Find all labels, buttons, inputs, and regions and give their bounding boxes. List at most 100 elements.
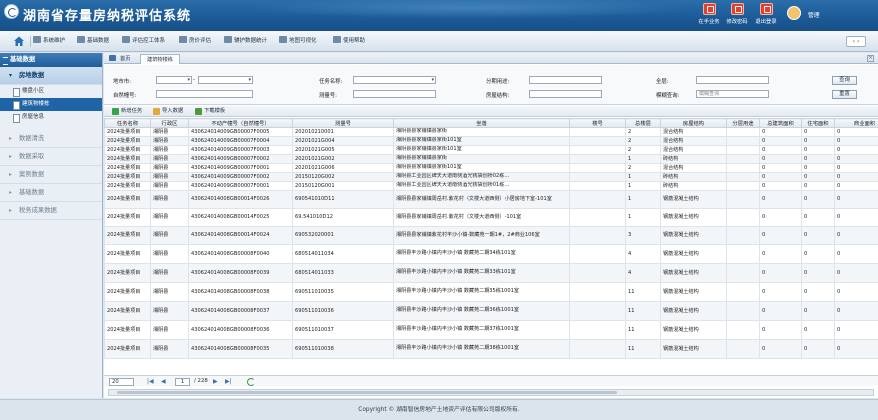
table-cell: 0 (759, 301, 802, 321)
table-row[interactable]: 2024批量项目 湘阴县 430624014008GB00014F0026 69054… (104, 190, 878, 209)
table-row[interactable]: 2024批量项目 湘阴县 430624014008GB00008F0035 69051… (104, 339, 878, 359)
column-header[interactable]: 楼号 (569, 118, 626, 128)
table-row[interactable]: 2024批量项目 湘阴县 430624014008GB00014F0025 69.54… (104, 208, 878, 227)
natural-no-label: 自然幢号: (113, 93, 137, 99)
sidebar-section-property[interactable]: 房地数据 (0, 67, 102, 85)
tab-home[interactable]: 首页 (114, 54, 136, 64)
nav-item-base-data[interactable]: 基础数据 (77, 31, 109, 52)
nav-scroll-arrows[interactable]: ‹ › (846, 36, 866, 47)
nav-item-help[interactable]: 使用帮助 (333, 31, 365, 52)
table-cell: 湘阴县县家铺镇周岳村.紫花村（文楼大道西侧）小居房地下室-101室 (393, 190, 570, 209)
column-header[interactable]: 总楼层 (625, 118, 661, 128)
pending-tasks-label: 在手业务 (698, 19, 720, 25)
column-header[interactable]: 分层用途 (726, 118, 760, 128)
table-row[interactable]: 2024批量项目 湘阴县 430624014009GB00007F0003 20201… (104, 145, 878, 155)
sidebar-section-basic[interactable]: 基础数据 (0, 184, 102, 202)
table-cell: 20201021G002 (292, 154, 394, 164)
column-header[interactable]: 住宅面积 (801, 118, 835, 128)
horizontal-scrollbar[interactable] (108, 389, 874, 396)
people-icon (122, 36, 130, 43)
nav-label: 房价评估 (189, 38, 212, 44)
structure-input[interactable] (529, 90, 602, 98)
scrollbar-thumb[interactable] (117, 391, 617, 394)
search-form: 地市市: - 任务名称: 分期用途: 全层: 查询 自然幢号: 测量号: 房屋结… (104, 65, 878, 105)
column-header[interactable]: 不动产幢号（自然幢号） (188, 118, 293, 128)
column-header[interactable]: 房屋结构 (660, 118, 727, 128)
wrench-icon (33, 36, 41, 43)
sidebar-section-collection[interactable]: 数据采取 (0, 148, 102, 166)
nav-item-evaluation-system[interactable]: 评估控工体系 (122, 31, 165, 52)
nav-item-system[interactable]: 系统维护 (33, 31, 65, 52)
task-name-select[interactable] (353, 76, 436, 84)
sidebar-section-cleaning[interactable]: 数据清洗 (0, 130, 102, 148)
table-cell: 0 (834, 154, 878, 164)
table-row[interactable]: 2024批量项目 湘阴县 430624014008GB00014F0024 69053… (104, 226, 878, 245)
fuzzy-search-input[interactable]: 模糊查询 (696, 90, 769, 98)
sidebar-item-buildings[interactable]: 建筑物楼栋 (0, 98, 102, 111)
table-body: 2024批量项目 湘阴县 430624014009GB00007F0005 20201… (104, 127, 878, 359)
change-password-button[interactable]: 修改密码 (722, 3, 752, 25)
table-cell (569, 154, 626, 164)
table-cell: 湘阴县 (150, 301, 189, 321)
table-cell: 20150120G001 (292, 181, 394, 191)
page-number-input[interactable]: 1 (175, 378, 190, 386)
import-data-button[interactable]: 导入数据 (152, 107, 183, 116)
sidebar-item-house-info[interactable]: 房屋信息 (0, 111, 102, 124)
nav-item-map[interactable]: 地图可视化 (279, 31, 317, 52)
username[interactable]: 管理 (808, 10, 820, 19)
table-row[interactable]: 2024批量项目 湘阴县 430624014008GB00008F0039 68051… (104, 263, 878, 283)
survey-no-input[interactable] (353, 90, 436, 98)
user-avatar-icon[interactable] (787, 6, 801, 20)
reset-button[interactable]: 重置 (832, 90, 857, 99)
next-page-icon[interactable]: ▶ (213, 378, 218, 385)
column-header[interactable]: 总建筑面积 (759, 118, 802, 128)
table-cell (569, 163, 626, 173)
download-template-button[interactable]: 下载模板 (194, 107, 225, 116)
nav-item-statistics[interactable]: 辅护数据统计 (224, 31, 267, 52)
table-row[interactable]: 2024批量项目 湘阴县 430624014009GB00007F0002 20150… (104, 172, 878, 182)
sidebar-section-cases[interactable]: 案例数据 (0, 166, 102, 184)
floor-label: 全层: (656, 79, 669, 85)
table-row[interactable]: 2024批量项目 湘阴县 430624014008GB00008F0037 69051… (104, 301, 878, 321)
table-row[interactable]: 2024批量项目 湘阴县 430624014009GB00007F0002 20201… (104, 154, 878, 164)
table-row[interactable]: 2024批量项目 湘阴县 430624014009GB00007F0004 20201… (104, 136, 878, 146)
city-select[interactable] (156, 76, 192, 84)
table-cell: 钢筋混凝土结构 (660, 320, 727, 340)
region-label: 地市市: (113, 79, 131, 85)
table-row[interactable]: 2024批量项目 湘阴县 430624014009GB00007F0001 20150… (104, 181, 878, 191)
nav-item-price-evaluation[interactable]: 房价评估 (179, 31, 211, 52)
county-select[interactable] (198, 76, 253, 84)
table-row[interactable]: 2024批量项目 湘阴县 430624014008GB00008F0040 68051… (104, 244, 878, 264)
help-icon (333, 36, 341, 43)
table-row[interactable]: 2024批量项目 湘阴县 430624014009GB00007F0001 20201… (104, 163, 878, 173)
column-header[interactable]: 行政区 (150, 118, 189, 128)
sidebar-item-community[interactable]: 楼盘小区 (0, 85, 102, 98)
page-size-select[interactable]: 20 (109, 378, 134, 386)
query-button[interactable]: 查询 (832, 76, 857, 85)
last-page-icon[interactable]: ▶| (225, 378, 232, 385)
logout-button[interactable]: 退出登录 (751, 3, 781, 25)
floor-input[interactable] (696, 76, 769, 84)
table-cell: 0 (759, 320, 802, 340)
column-header[interactable]: 测量号 (292, 118, 394, 128)
table-cell: 湘阴县丰沙路小镇内丰沙小镇 数藏苑二期36栋1001室 (393, 301, 570, 321)
first-page-icon[interactable]: |◀ (147, 378, 154, 385)
add-task-button[interactable]: 新增任务 (111, 107, 142, 116)
column-header[interactable]: 商业面积 (834, 118, 878, 128)
table-row[interactable]: 2024批量项目 湘阴县 430624014008GB00008F0038 69051… (104, 282, 878, 302)
table-row[interactable]: 2024批量项目 湘阴县 430624014008GB00008F0036 69051… (104, 320, 878, 340)
table-cell: 430624014009GB00007F0003 (188, 145, 293, 155)
sidebar-section-tax-results[interactable]: 税务成果数据 (0, 202, 102, 220)
table-row[interactable]: 2024批量项目 湘阴县 430624014009GB00007F0005 20201… (104, 127, 878, 137)
column-header[interactable]: 任务名称 (104, 118, 151, 128)
column-header[interactable]: 坐落 (393, 118, 570, 128)
table-cell: 2024批量项目 (104, 127, 151, 137)
pattern-input[interactable] (529, 76, 602, 84)
close-icon[interactable]: × (867, 55, 874, 62)
natural-no-input[interactable] (156, 90, 253, 98)
prev-page-icon[interactable]: ◀ (161, 378, 166, 385)
tab-buildings[interactable]: 建筑物楼栋 (140, 54, 180, 64)
pending-tasks-button[interactable]: 在手业务 (694, 3, 724, 25)
refresh-icon[interactable] (247, 378, 255, 386)
home-icon[interactable] (13, 35, 25, 47)
